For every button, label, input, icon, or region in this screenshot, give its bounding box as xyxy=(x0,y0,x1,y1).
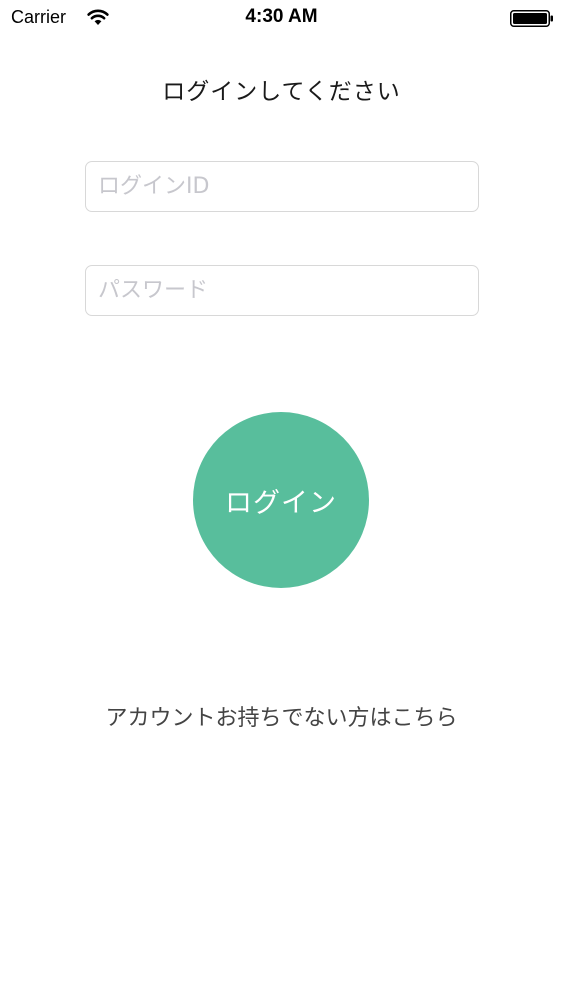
page-title: ログインしてください xyxy=(162,79,401,105)
battery-icon xyxy=(510,10,554,27)
password-field[interactable] xyxy=(85,265,479,316)
status-time: 4:30 AM xyxy=(245,6,318,27)
login-id-input[interactable] xyxy=(86,162,478,211)
status-bar: Carrier 4:30 AM xyxy=(0,0,563,36)
login-id-field[interactable] xyxy=(85,161,479,212)
login-button[interactable]: ログイン xyxy=(193,412,369,588)
password-input[interactable] xyxy=(86,266,478,315)
signup-link[interactable]: アカウントお持ちでない方はこちら xyxy=(0,700,563,732)
